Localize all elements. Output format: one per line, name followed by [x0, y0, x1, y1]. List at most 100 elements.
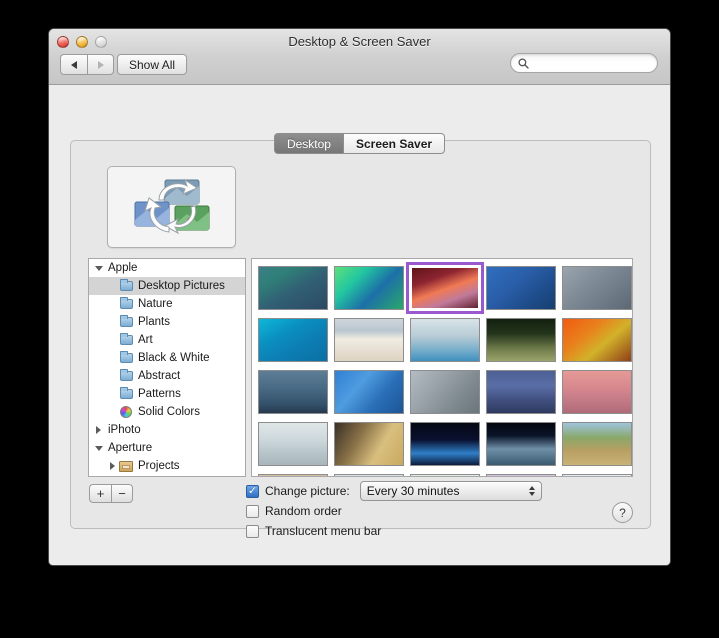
source-list-item-label: iPhoto	[108, 424, 141, 436]
help-button[interactable]: ?	[612, 502, 633, 523]
desktop-preview[interactable]	[107, 166, 236, 248]
source-list-item[interactable]: Solid Colors	[89, 403, 245, 421]
wallpaper-thumbnail[interactable]	[410, 474, 480, 477]
back-button[interactable]	[60, 54, 87, 75]
source-list-item[interactable]: Patterns	[89, 385, 245, 403]
source-list-item-label: Aperture	[108, 442, 152, 454]
window-body: Desktop Screen Saver	[49, 85, 670, 566]
source-list-item-label: Projects	[138, 460, 180, 472]
show-all-button[interactable]: Show All	[117, 54, 187, 75]
wallpaper-thumbnail[interactable]	[562, 318, 632, 362]
folder-icon	[118, 299, 134, 309]
stepper-arrows-icon	[529, 486, 535, 496]
source-list-item-label: Solid Colors	[138, 406, 200, 418]
folder-icon	[118, 335, 134, 345]
disclosure-open-icon[interactable]	[93, 266, 104, 271]
tab-screen-saver[interactable]: Screen Saver	[343, 133, 445, 154]
random-order-row: Random order	[246, 501, 542, 521]
wallpaper-thumbnail[interactable]	[486, 318, 556, 362]
window-title: Desktop & Screen Saver	[49, 34, 670, 49]
wallpaper-thumbnail[interactable]	[486, 474, 556, 477]
source-list-item-label: Nature	[138, 298, 173, 310]
wallpaper-thumbnail[interactable]	[258, 370, 328, 414]
remove-folder-button[interactable]: −	[111, 484, 133, 503]
source-list-item[interactable]: Plants	[89, 313, 245, 331]
disclosure-open-icon[interactable]	[93, 446, 104, 451]
source-list-item[interactable]: Aperture	[89, 439, 245, 457]
source-list-item[interactable]: Projects	[89, 457, 245, 475]
content-panel: AppleDesktop Pictures Nature Plants Art Blac…	[70, 140, 651, 529]
folder-icon	[118, 389, 134, 399]
source-list-item[interactable]: iPhoto	[89, 421, 245, 439]
source-list-item[interactable]: Nature	[89, 295, 245, 313]
wallpaper-thumbnail[interactable]	[334, 370, 404, 414]
wallpaper-thumbnail[interactable]	[562, 266, 632, 310]
folder-icon	[118, 317, 134, 327]
chevron-left-icon	[71, 61, 77, 69]
wallpaper-thumbnail[interactable]	[410, 422, 480, 466]
source-list-item[interactable]: Apple	[89, 259, 245, 277]
disclosure-closed-icon[interactable]	[93, 426, 104, 434]
interval-value: Every 30 minutes	[367, 484, 460, 498]
search-icon	[518, 58, 529, 69]
search-input[interactable]	[533, 57, 653, 69]
wallpaper-thumbnail[interactable]	[410, 370, 480, 414]
preferences-window: Desktop & Screen Saver Show All Desktop …	[48, 28, 671, 566]
navigation-buttons	[60, 54, 114, 75]
random-order-label: Random order	[265, 504, 342, 518]
wallpaper-thumbnail[interactable]	[562, 474, 632, 477]
wallpaper-thumbnail[interactable]	[258, 266, 328, 310]
source-list-item-label: Apple	[108, 262, 137, 274]
wallpaper-thumbnail[interactable]	[334, 474, 404, 477]
tab-desktop[interactable]: Desktop	[274, 133, 343, 154]
desktop-pictures-rotation-icon	[129, 176, 215, 238]
source-list-item-label: Black & White	[138, 352, 210, 364]
change-picture-checkbox[interactable]	[246, 485, 259, 498]
translucent-menu-bar-row: Translucent menu bar	[246, 521, 542, 541]
folder-icon	[118, 353, 134, 363]
source-list[interactable]: AppleDesktop Pictures Nature Plants Art Blac…	[88, 258, 246, 477]
folder-icon	[118, 371, 134, 381]
wallpaper-thumbnail[interactable]	[410, 318, 480, 362]
wallpaper-thumbnail[interactable]	[410, 266, 480, 310]
source-list-item[interactable]: Art	[89, 331, 245, 349]
source-list-item-label: Desktop Pictures	[138, 280, 225, 292]
source-list-item-label: Plants	[138, 316, 170, 328]
interval-dropdown[interactable]: Every 30 minutes	[360, 481, 542, 501]
wallpaper-thumbnail[interactable]	[486, 266, 556, 310]
folder-icon	[118, 281, 134, 291]
source-list-item-label: Abstract	[138, 370, 180, 382]
wallpaper-thumbnail[interactable]	[258, 474, 328, 477]
chevron-right-icon	[98, 61, 104, 69]
window-titlebar: Desktop & Screen Saver Show All	[49, 29, 670, 85]
wallpaper-thumbnail[interactable]	[258, 318, 328, 362]
change-picture-row: Change picture: Every 30 minutes	[246, 481, 542, 501]
wallpaper-thumbnail[interactable]	[258, 422, 328, 466]
change-picture-label: Change picture:	[265, 484, 350, 498]
translucent-menu-bar-checkbox[interactable]	[246, 525, 259, 538]
source-list-item-label: Patterns	[138, 388, 181, 400]
translucent-menu-bar-label: Translucent menu bar	[265, 524, 381, 538]
wallpaper-thumbnail[interactable]	[334, 266, 404, 310]
wallpaper-thumbnail[interactable]	[486, 422, 556, 466]
color-wheel-icon	[118, 406, 134, 418]
random-order-checkbox[interactable]	[246, 505, 259, 518]
source-list-item[interactable]: Abstract	[89, 367, 245, 385]
projects-icon	[118, 461, 134, 472]
add-remove-buttons: + −	[89, 484, 133, 503]
forward-button	[87, 54, 114, 75]
wallpaper-grid	[252, 259, 632, 477]
wallpaper-thumbnail[interactable]	[486, 370, 556, 414]
search-field[interactable]	[510, 53, 658, 73]
wallpaper-grid-scroll[interactable]	[251, 258, 633, 477]
disclosure-closed-icon[interactable]	[107, 462, 118, 470]
source-list-item[interactable]: Black & White	[89, 349, 245, 367]
source-list-item-label: Art	[138, 334, 153, 346]
wallpaper-thumbnail[interactable]	[334, 318, 404, 362]
wallpaper-thumbnail[interactable]	[334, 422, 404, 466]
add-folder-button[interactable]: +	[89, 484, 111, 503]
wallpaper-thumbnail[interactable]	[562, 370, 632, 414]
source-list-item[interactable]: Desktop Pictures	[89, 277, 245, 295]
options-group: Change picture: Every 30 minutes Random …	[246, 481, 542, 541]
wallpaper-thumbnail[interactable]	[562, 422, 632, 466]
